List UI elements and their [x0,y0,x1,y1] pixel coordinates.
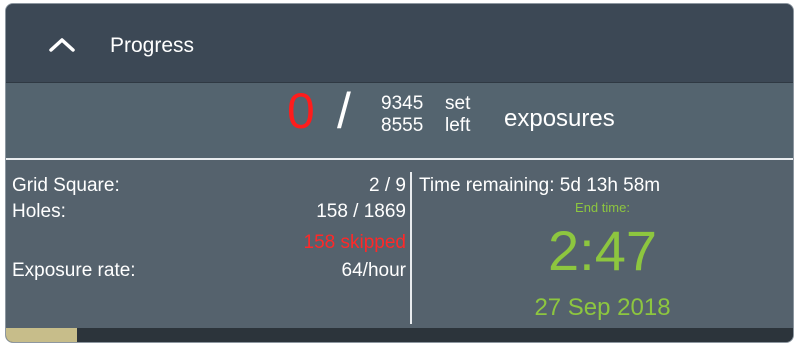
holes-skipped: 158 skipped [303,232,406,253]
exposure-rate-label: Exposure rate: [12,260,136,281]
panel-title: Progress [110,34,195,57]
count-separator: / [337,83,351,139]
progress-panel: Progress 0 / 9345 set 8555 left exposure… [5,3,794,343]
set-count: 9345 [381,93,424,114]
exposures-label: exposures [504,105,615,132]
chevron-up-icon[interactable] [47,35,77,53]
grid-square-label: Grid Square: [12,175,120,196]
holes-value: 158 / 1869 [316,201,406,222]
completed-exposures-count: 0 [287,83,315,139]
end-time: 2:47 [548,219,657,282]
holes-label: Holes: [12,201,66,222]
exposure-rate-value: 64/hour [341,260,406,281]
time-remaining: Time remaining: 5d 13h 58m [419,175,661,196]
left-count: 8555 [381,115,424,136]
progress-bar-fill [6,328,77,342]
progress-bar [6,328,793,342]
left-count-row: 8555 left [381,115,485,137]
panel-header[interactable]: Progress [6,4,793,83]
exposure-counts: 9345 set 8555 left [381,93,485,137]
end-date: 27 Sep 2018 [534,294,671,321]
end-time-caption: End time: [575,200,630,215]
grid-square-value: 2 / 9 [369,175,406,196]
set-count-row: 9345 set [381,93,485,115]
set-label: set [445,93,471,114]
left-label: left [445,115,471,136]
